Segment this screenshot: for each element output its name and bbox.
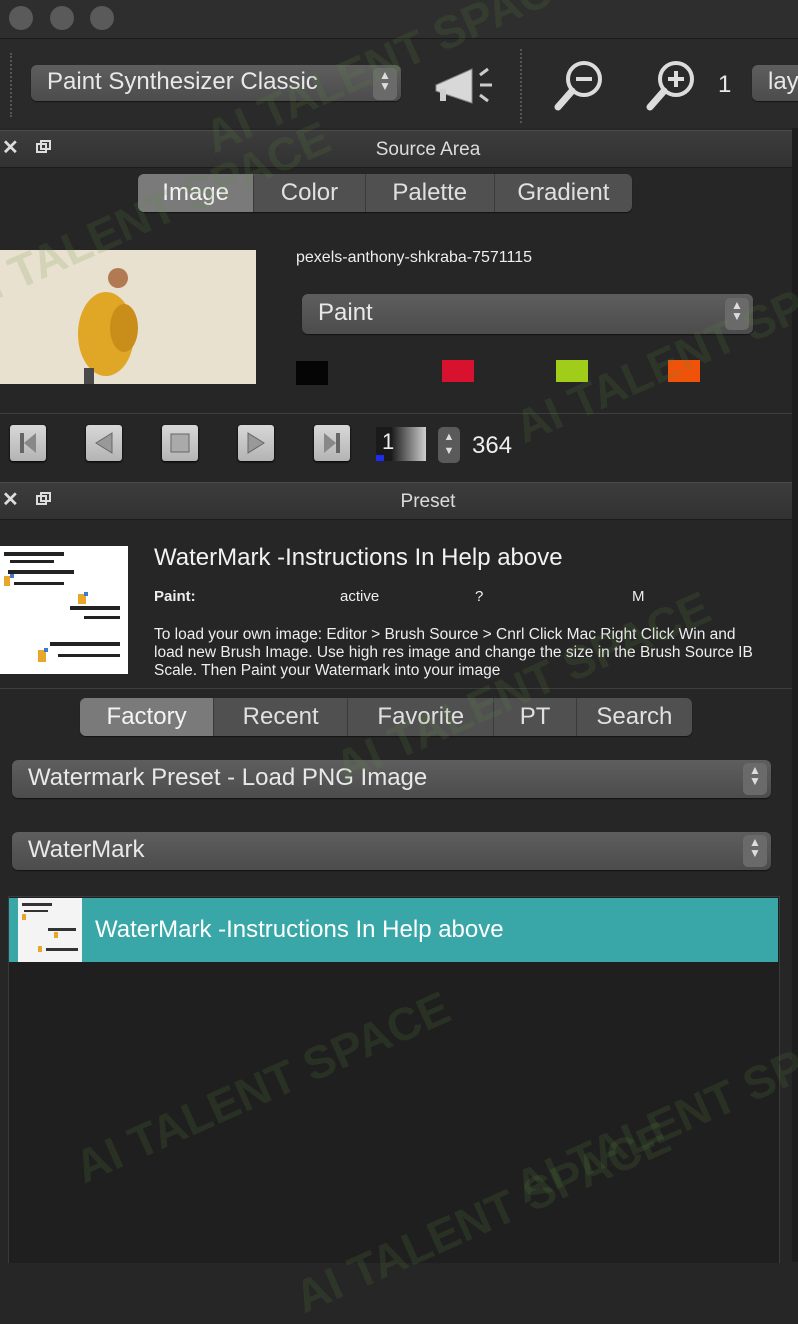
layer-select-label: lay [768, 68, 798, 95]
preset-name: WaterMark -Instructions In Help above [154, 544, 563, 571]
toolbar: Paint Synthesizer Classic ▲ ▼ 1 lay [0, 39, 798, 128]
divider [0, 688, 792, 689]
skip-start-icon [20, 433, 36, 453]
layer-select[interactable]: lay [752, 65, 798, 101]
paint-m-mark: M [632, 588, 645, 605]
paint-mode-label: Paint Synthesizer Classic [47, 68, 318, 95]
tab-factory[interactable]: Factory [80, 698, 215, 736]
source-image-name: pexels-anthony-shkraba-7571115 [296, 249, 533, 266]
list-item-label: WaterMark -Instructions In Help above [95, 916, 504, 943]
tab-gradient[interactable]: Gradient [495, 174, 632, 212]
frame-number-field[interactable]: 1 [376, 427, 426, 461]
paint-mode-select[interactable]: Paint Synthesizer Classic ▲ ▼ [31, 65, 401, 101]
frame-stepper[interactable]: ▲ ▼ [438, 427, 460, 463]
watermark-text: AI TALENT SPACE [506, 240, 798, 454]
tab-favorite[interactable]: Favorite [348, 698, 495, 736]
stop-button[interactable] [162, 425, 198, 461]
tab-pt[interactable]: PT [494, 698, 577, 736]
preset-header: ✕ Preset [0, 482, 792, 520]
preset-category-label: Watermark Preset - Load PNG Image [28, 764, 428, 791]
source-area-header: ✕ Source Area [0, 130, 792, 168]
close-window-button[interactable] [9, 6, 33, 30]
chevron-updown-icon: ▲ ▼ [373, 68, 397, 100]
previous-frame-button[interactable] [86, 425, 122, 461]
source-mode-label: Paint [318, 299, 373, 326]
tab-palette[interactable]: Palette [366, 174, 495, 212]
preset-thumbnail [0, 546, 128, 674]
step-back-icon [95, 432, 113, 454]
zoom-in-icon[interactable] [644, 57, 700, 113]
source-image-thumbnail[interactable] [0, 250, 256, 384]
preset-description: To load your own image: Editor > Brush S… [154, 626, 753, 679]
frame-total: 364 [472, 432, 513, 459]
color-swatch-2[interactable] [442, 360, 474, 382]
toolbar-divider [520, 49, 524, 123]
chevron-updown-icon: ▲ ▼ [725, 298, 749, 330]
tab-recent[interactable]: Recent [214, 698, 349, 736]
zoom-out-icon[interactable] [552, 57, 608, 113]
tab-image[interactable]: Image [138, 174, 255, 212]
zoom-level: 1 [718, 71, 732, 98]
minimize-window-button[interactable] [50, 6, 74, 30]
color-swatch-1[interactable] [296, 361, 328, 385]
source-area-title: Source Area [375, 139, 481, 160]
paint-status: active [340, 588, 380, 605]
tab-color[interactable]: Color [254, 174, 366, 212]
divider [0, 413, 792, 414]
list-item[interactable]: WaterMark -Instructions In Help above [9, 898, 778, 962]
first-frame-button[interactable] [10, 425, 46, 461]
source-mode-select[interactable]: Paint ▲ ▼ [302, 294, 753, 334]
preset-title: Preset [400, 491, 456, 512]
window-title-bar [0, 0, 798, 39]
toolbar-grip [10, 53, 14, 117]
color-swatch-4[interactable] [668, 360, 700, 382]
step-forward-icon [247, 432, 265, 454]
source-tabs: Image Color Palette Gradient [138, 174, 632, 212]
last-frame-button[interactable] [314, 425, 350, 461]
paint-help-mark: ? [475, 588, 484, 605]
list-item-thumbnail [18, 898, 82, 962]
preset-category-select[interactable]: Watermark Preset - Load PNG Image ▲ ▼ [12, 760, 771, 798]
panel-scrollbar[interactable] [792, 128, 798, 1262]
chevron-updown-icon: ▲ ▼ [743, 763, 767, 795]
color-swatch-3[interactable] [556, 360, 588, 382]
paint-label: Paint: [154, 588, 196, 605]
zoom-window-button[interactable] [90, 6, 114, 30]
megaphone-icon[interactable] [432, 63, 498, 107]
preset-subcategory-label: WaterMark [28, 836, 145, 863]
skip-end-icon [324, 433, 340, 453]
stop-icon [170, 433, 190, 453]
chevron-updown-icon: ▲ ▼ [743, 835, 767, 867]
frame-progress-marker [376, 455, 384, 461]
frame-number-value: 1 [382, 429, 395, 454]
preset-tabs: Factory Recent Favorite PT Search [80, 698, 692, 736]
next-frame-button[interactable] [238, 425, 274, 461]
tab-search[interactable]: Search [577, 698, 692, 736]
preset-subcategory-select[interactable]: WaterMark ▲ ▼ [12, 832, 771, 870]
